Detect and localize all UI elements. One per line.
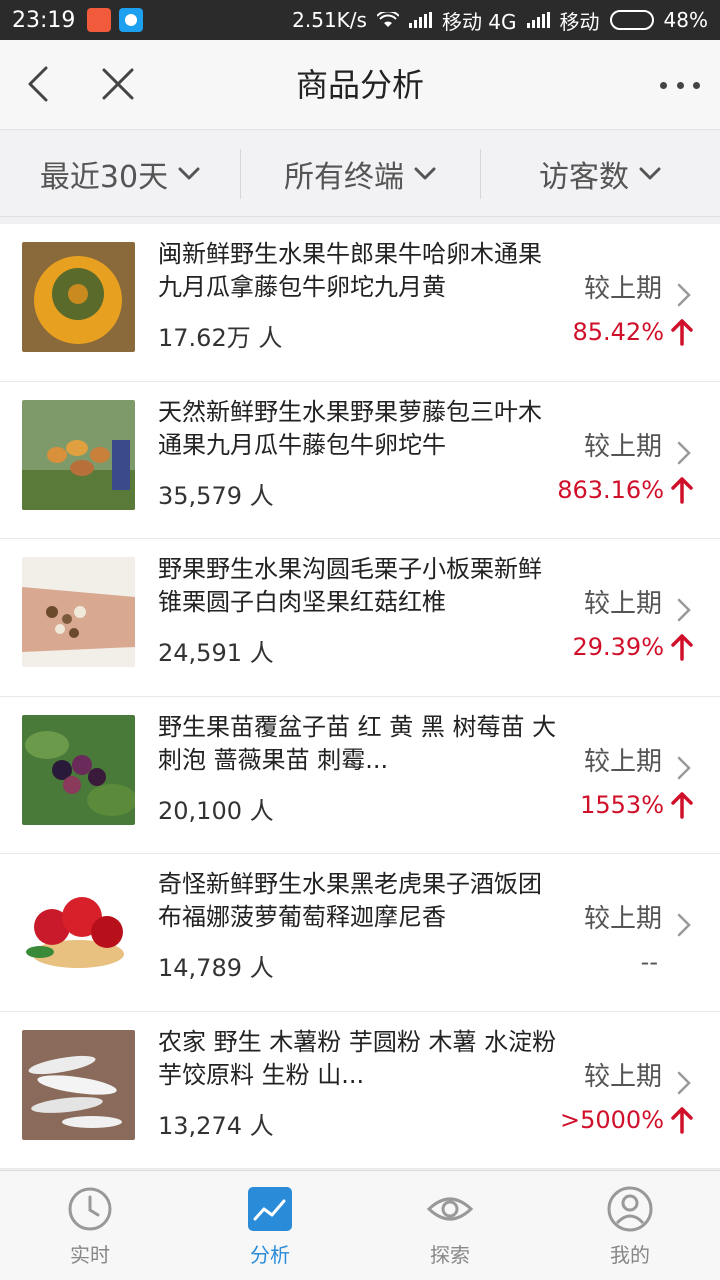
compare-label: 较上期 [584,1061,663,1092]
chart-icon [248,1187,292,1231]
visitor-count: 17.62万 人 [158,324,283,352]
product-title: 农家 野生 木薯粉 芋圆粉 木薯 水淀粉 芋饺原料 生粉 山... [158,1027,557,1089]
chevron-down-icon [178,167,200,179]
status-bar: 23:19 2.51K/s 移动 4G 移动 48% [0,0,720,40]
list-item[interactable]: 天然新鲜野生水果野果萝藤包三叶木通果九月瓜牛藤包牛卵坨牛 35,579 人 较上… [0,381,720,539]
product-thumbnail [22,242,135,352]
filter-bar: 最近30天 所有终端 访客数 [0,131,720,217]
tab-explore-label: 探索 [430,1243,470,1267]
visitor-count: 14,789 人 [158,954,274,982]
change-percent: -- [640,948,658,976]
filter-date-range-label: 最近30天 [39,159,169,195]
list-item[interactable]: 野生果苗覆盆子苗 红 黄 黑 树莓苗 大刺泡 蔷薇果苗 刺霉... 20,100… [0,696,720,854]
up-arrow-icon [671,634,693,661]
product-title: 野生果苗覆盆子苗 红 黄 黑 树莓苗 大刺泡 蔷薇果苗 刺霉... [158,712,557,774]
bottom-tab-bar: 实时 分析 探索 我的 [0,1170,720,1280]
chevron-right-icon [677,441,691,464]
carrier-secondary: 移动 [559,9,600,34]
product-thumbnail [22,1029,135,1140]
chevron-right-icon [677,1071,691,1094]
change-percent: 1553% [580,790,664,819]
list-item[interactable]: 奇怪新鲜野生水果黑老虎果子酒饭团布福娜菠萝葡萄释迦摩尼香 14,789 人 较上… [0,854,720,1012]
visitor-count: 24,591 人 [158,639,274,667]
up-arrow-icon [671,1106,693,1134]
list-item[interactable]: 农家 野生 木薯粉 芋圆粉 木薯 水淀粉 芋饺原料 生粉 山... 13,274… [0,1011,720,1169]
up-arrow-icon [671,791,693,819]
close-icon[interactable] [98,64,138,104]
visitor-count: 13,274 人 [158,1111,274,1140]
compare-label: 较上期 [584,274,663,304]
visitor-count: 20,100 人 [158,796,274,825]
change-percent: 29.39% [572,633,664,661]
network-speed: 2.51K/s [292,8,367,32]
product-title: 野果野生水果沟圆毛栗子小板栗新鲜锥栗圆子白肉坚果红菇红椎 [158,555,542,616]
tab-analysis-label: 分析 [250,1243,290,1267]
product-thumbnail [22,557,135,667]
tab-mine[interactable]: 我的 [540,1171,720,1280]
signal-icon-secondary [526,12,550,28]
chevron-right-icon [677,913,691,937]
status-time: 23:19 [12,7,76,33]
up-arrow-icon [671,319,693,346]
clock-icon [68,1187,112,1231]
product-title: 天然新鲜野生水果野果萝藤包三叶木通果九月瓜牛藤包牛卵坨牛 [158,397,542,459]
more-options-icon[interactable] [660,70,700,100]
app-notification-icon [87,8,112,32]
tab-analysis[interactable]: 分析 [180,1171,360,1280]
tab-realtime[interactable]: 实时 [0,1171,180,1280]
chevron-down-icon [414,167,436,179]
nav-bar: 商品分析 [0,40,720,130]
product-title: 奇怪新鲜野生水果黑老虎果子酒饭团布福娜菠萝葡萄释迦摩尼香 [158,870,542,931]
compare-label: 较上期 [584,431,663,462]
compare-label: 较上期 [584,746,663,777]
tab-realtime-label: 实时 [70,1243,110,1267]
compare-label: 较上期 [584,589,663,619]
change-percent: >5000% [560,1105,664,1134]
product-thumbnail [22,872,135,982]
compare-label: 较上期 [584,904,663,934]
product-thumbnail [22,399,135,510]
tab-explore[interactable]: 探索 [360,1171,540,1280]
filter-date-range[interactable]: 最近30天 [0,131,240,217]
product-thumbnail [22,714,135,825]
change-percent: 85.42% [572,318,664,346]
product-title: 闽新鲜野生水果牛郎果牛哈卵木通果九月瓜拿藤包牛卵坨九月黄 [158,240,542,301]
back-arrow-icon[interactable] [20,64,60,104]
battery-level: 48% [663,8,708,32]
product-list: 闽新鲜野生水果牛郎果牛哈卵木通果九月瓜拿藤包牛卵坨九月黄 17.62万 人 较上… [0,224,720,1169]
change-percent: 863.16% [557,475,664,504]
carrier-primary: 移动 4G [441,9,517,34]
eye-icon [426,1197,474,1221]
chevron-right-icon [677,283,691,307]
filter-terminal-label: 所有终端 [284,159,404,195]
message-notification-icon [119,8,144,32]
filter-terminal[interactable]: 所有终端 [240,131,480,217]
list-item[interactable]: 闽新鲜野生水果牛郎果牛哈卵木通果九月瓜拿藤包牛卵坨九月黄 17.62万 人 较上… [0,224,720,382]
filter-metric-label: 访客数 [539,159,629,195]
tab-mine-label: 我的 [610,1243,650,1267]
visitor-count: 35,579 人 [158,481,274,510]
up-arrow-icon [671,476,693,504]
battery-icon [609,10,654,30]
user-icon [607,1186,653,1232]
filter-metric[interactable]: 访客数 [480,131,720,217]
chevron-down-icon [639,167,661,179]
list-item[interactable]: 野果野生水果沟圆毛栗子小板栗新鲜锥栗圆子白肉坚果红菇红椎 24,591 人 较上… [0,539,720,697]
wifi-icon [376,12,399,27]
chevron-right-icon [677,598,691,622]
signal-icon [408,12,432,28]
chevron-right-icon [677,756,691,779]
